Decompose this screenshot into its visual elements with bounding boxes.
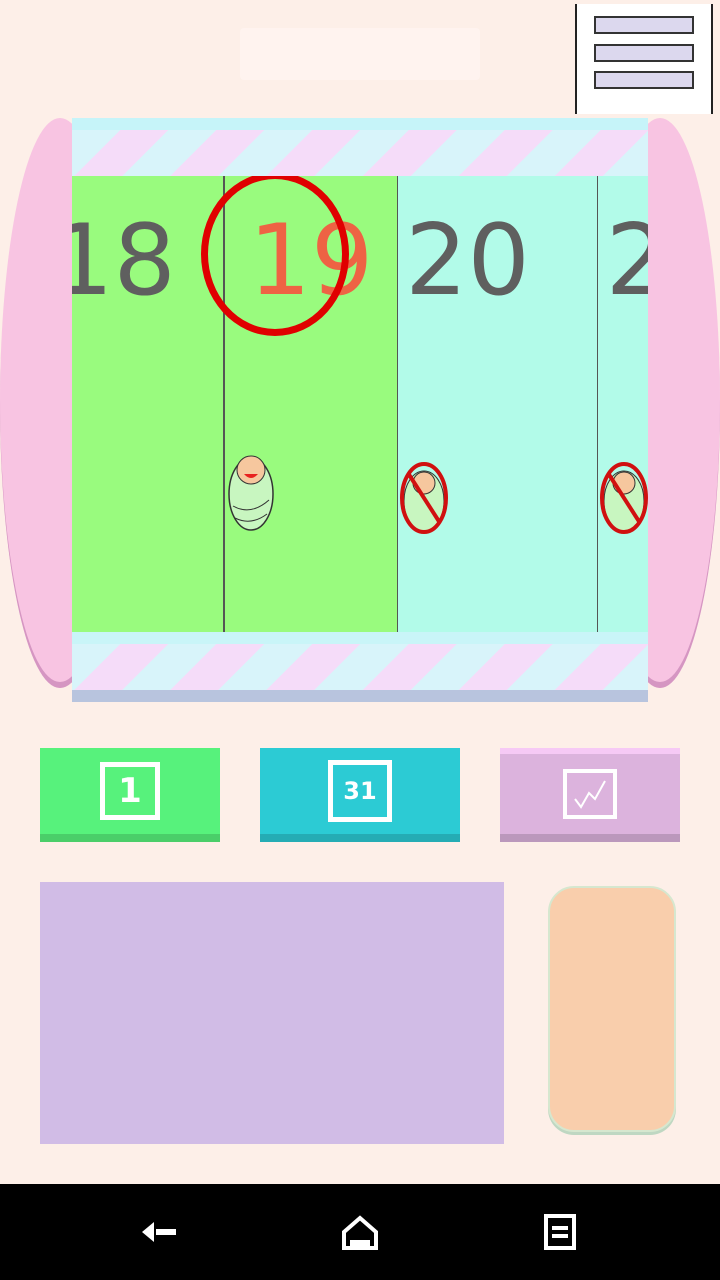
- day-number: 20: [405, 204, 530, 318]
- day-scroller[interactable]: 18 19 20 21: [72, 176, 648, 632]
- day-calendar-icon: 1: [100, 762, 160, 820]
- menu-icon-bar: [594, 44, 694, 62]
- graph-icon: [563, 769, 617, 819]
- menu-icon-bar: [594, 71, 694, 89]
- memo-panel[interactable]: [40, 882, 504, 1144]
- baby-happy-icon: [228, 455, 274, 531]
- graph-view-button[interactable]: [500, 748, 680, 842]
- day-number: 21: [605, 204, 648, 318]
- title-area: [240, 28, 480, 80]
- back-icon[interactable]: [138, 1210, 182, 1254]
- menu-button[interactable]: [575, 4, 713, 114]
- recents-icon[interactable]: [538, 1210, 582, 1254]
- drum-bottom-band: [72, 632, 648, 702]
- month-calendar-icon: 31: [328, 760, 392, 822]
- record-button[interactable]: [548, 886, 676, 1132]
- month-view-button[interactable]: 31: [260, 748, 460, 842]
- baby-crossed-icon: [600, 462, 648, 534]
- selected-day-ring: [201, 176, 349, 336]
- day-view-button[interactable]: 1: [40, 748, 220, 842]
- day-number: 18: [72, 204, 176, 318]
- baby-crossed-icon: [400, 462, 448, 534]
- home-icon[interactable]: [338, 1210, 382, 1254]
- menu-icon: [594, 16, 694, 34]
- day-cell-21[interactable]: 21: [598, 176, 648, 632]
